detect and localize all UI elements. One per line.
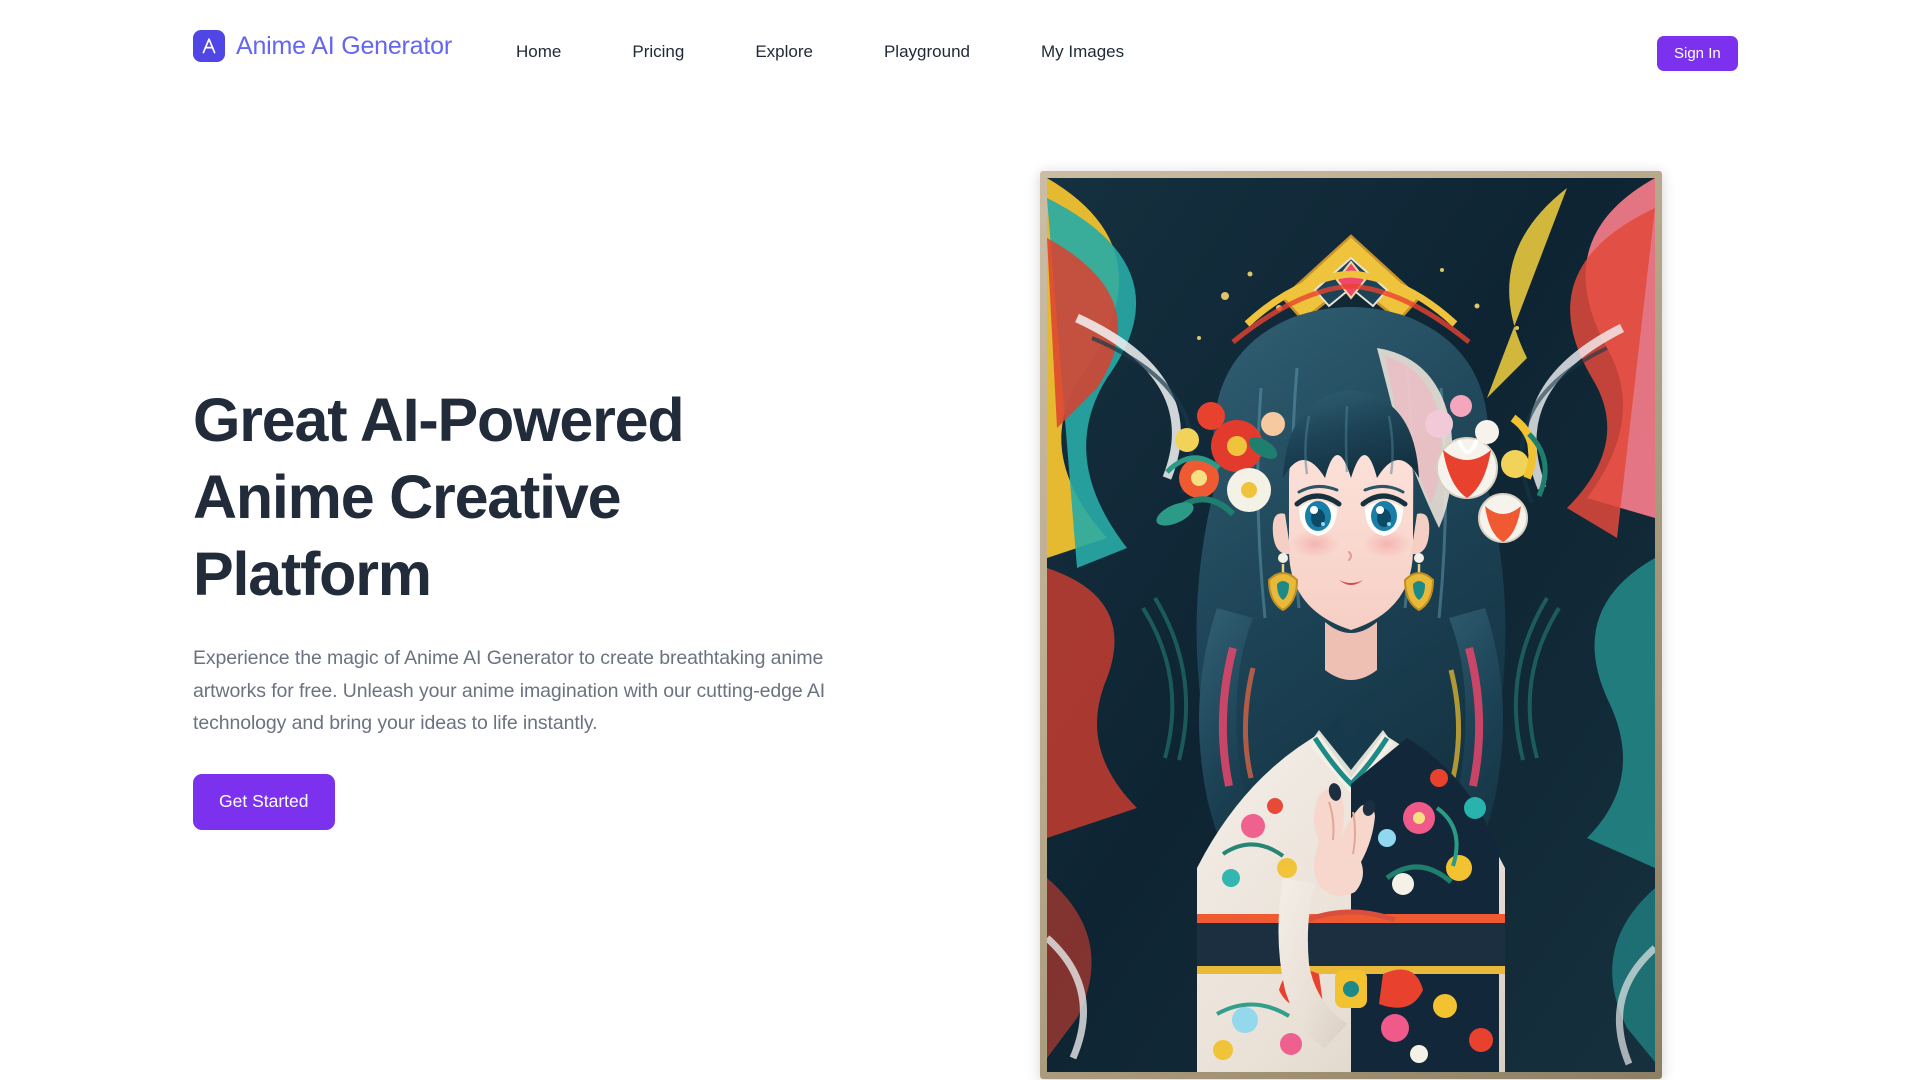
anime-girl-kimono-illustration (1047, 178, 1655, 1072)
hero-title-line-3: Platform (193, 540, 432, 608)
nav-item-playground[interactable]: Playground (884, 42, 970, 62)
main-navigation: Home Pricing Explore Playground My Image… (516, 42, 1124, 62)
hero-section: Great AI-Powered Anime Creative Platform… (0, 88, 1920, 1080)
hero-title-line-1: Great AI-Powered (193, 386, 685, 454)
letter-a-logo-icon (193, 30, 225, 62)
get-started-button[interactable]: Get Started (193, 773, 335, 830)
hero-title-line-2: Anime Creative (193, 463, 622, 531)
brand-name: Anime AI Generator (236, 32, 452, 60)
nav-item-explore[interactable]: Explore (755, 42, 813, 62)
hero-copy: Great AI-Powered Anime Creative Platform… (193, 382, 893, 830)
hero-title: Great AI-Powered Anime Creative Platform (193, 382, 893, 613)
hero-subtitle: Experience the magic of Anime AI Generat… (193, 647, 826, 734)
nav-item-pricing[interactable]: Pricing (632, 42, 684, 62)
hero-artwork-frame (1040, 171, 1662, 1079)
nav-item-my-images[interactable]: My Images (1041, 42, 1124, 62)
sign-in-button[interactable]: Sign In (1657, 36, 1738, 71)
nav-item-home[interactable]: Home (516, 42, 561, 62)
site-header: Anime AI Generator Home Pricing Explore … (0, 0, 1920, 88)
brand-logo-link[interactable]: Anime AI Generator (193, 30, 452, 62)
